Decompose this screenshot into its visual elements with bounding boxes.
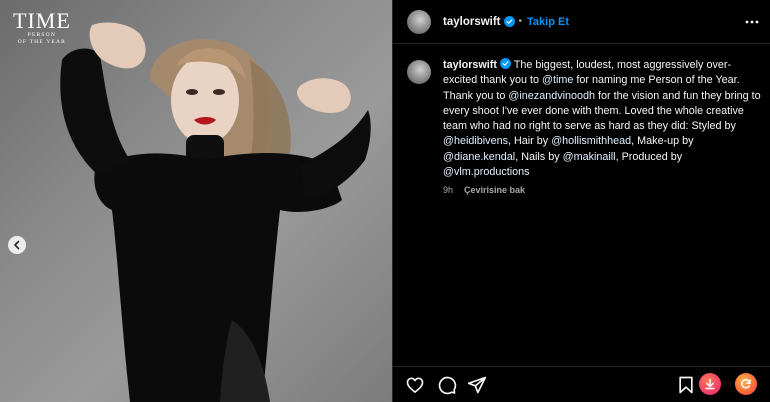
refresh-button[interactable]	[735, 373, 757, 395]
caption-segment: , Nails by	[515, 150, 563, 163]
mention-link[interactable]: @diane.kendal	[443, 151, 515, 163]
carousel-prev-button[interactable]	[8, 236, 26, 254]
post-dialog: TIME PERSON OF THE YEAR taylorswift • Ta…	[0, 0, 770, 402]
action-bar	[393, 366, 770, 402]
download-button[interactable]	[699, 373, 721, 395]
time-logo-line1: PERSON	[27, 32, 57, 38]
comment-icon[interactable]	[437, 375, 457, 395]
caption-meta: 9h Çevirisine bak	[443, 185, 763, 195]
caption-text: taylorswift The biggest, loudest, most a…	[443, 58, 763, 180]
header-separator: •	[518, 16, 523, 27]
mention-link[interactable]: @inezandvinoodh	[508, 90, 595, 102]
caption-segment: , Make-up by	[631, 135, 694, 148]
post-photo	[60, 22, 371, 402]
caption-segment: , Hair by	[507, 135, 552, 148]
follow-button[interactable]: Takip Et	[527, 16, 569, 28]
post-time-ago[interactable]: 9h	[443, 185, 453, 195]
verified-badge-icon	[500, 58, 511, 69]
caption-segment: , Produced by	[615, 150, 683, 163]
refresh-icon	[741, 379, 751, 389]
time-logo: TIME PERSON OF THE YEAR	[13, 10, 71, 46]
more-horizontal-icon[interactable]	[745, 16, 759, 28]
download-icon	[705, 378, 715, 390]
caption-body: taylorswift The biggest, loudest, most a…	[443, 58, 763, 195]
mention-link[interactable]: @vlm.productions	[443, 166, 530, 178]
post-header: taylorswift • Takip Et	[393, 0, 770, 44]
caption-username[interactable]: taylorswift	[443, 59, 497, 71]
author-username[interactable]: taylorswift	[443, 16, 501, 28]
post-panel: taylorswift • Takip Et taylorswift The b…	[392, 0, 770, 402]
heart-icon[interactable]	[405, 375, 425, 395]
chevron-left-icon	[14, 240, 20, 250]
mention-link[interactable]: @hollismithhead	[551, 135, 631, 147]
mention-link[interactable]: @makinaill	[563, 151, 616, 163]
post-caption: taylorswift The biggest, loudest, most a…	[407, 58, 763, 195]
translate-button[interactable]: Çevirisine bak	[464, 185, 525, 195]
mention-link[interactable]: @time	[542, 74, 573, 86]
bookmark-icon[interactable]	[676, 375, 696, 395]
post-media[interactable]: TIME PERSON OF THE YEAR	[0, 0, 392, 402]
share-icon[interactable]	[467, 375, 487, 395]
time-logo-word: TIME	[13, 8, 71, 33]
time-logo-line2: OF THE YEAR	[17, 39, 67, 45]
author-avatar[interactable]	[407, 9, 431, 34]
verified-badge-icon	[503, 16, 515, 27]
mention-link[interactable]: @heidibivens	[443, 135, 508, 147]
caption-avatar[interactable]	[407, 60, 431, 84]
